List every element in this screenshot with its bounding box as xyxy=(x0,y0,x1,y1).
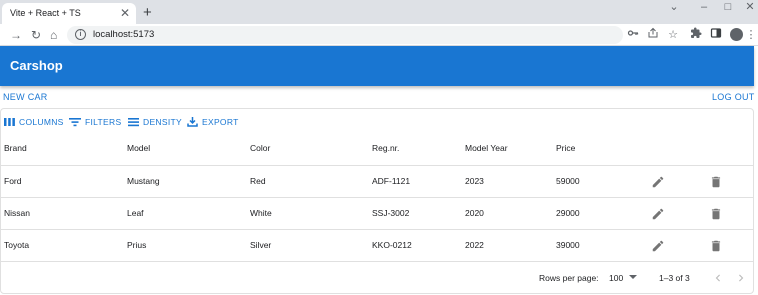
pagination-range: 1–3 of 3 xyxy=(659,273,690,283)
tab-title: Vite + React + TS xyxy=(10,8,81,18)
cell-color: White xyxy=(250,208,272,218)
cell-model-year: 2022 xyxy=(465,240,484,250)
edit-pencil-icon[interactable] xyxy=(651,239,665,253)
share-icon[interactable] xyxy=(646,27,660,44)
tab-close-icon[interactable]: ✕ xyxy=(120,3,130,24)
site-info-icon[interactable]: i xyxy=(75,29,86,40)
forward-arrow-icon[interactable]: → xyxy=(10,27,22,43)
edit-pencil-icon[interactable] xyxy=(651,207,665,221)
cell-model: Leaf xyxy=(127,208,144,218)
new-tab-icon[interactable]: + xyxy=(143,3,152,23)
app-title: Carshop xyxy=(10,58,63,73)
key-icon[interactable] xyxy=(626,27,640,44)
density-label: DENSITY xyxy=(143,117,182,127)
export-button[interactable]: EXPORT xyxy=(187,115,239,129)
app-bar: Carshop xyxy=(0,46,754,86)
columns-button[interactable]: COLUMNS xyxy=(4,115,64,129)
cell-price: 59000 xyxy=(556,176,580,186)
column-header-reg-nr[interactable]: Reg.nr. xyxy=(372,142,399,154)
next-page-icon[interactable] xyxy=(734,271,748,285)
profile-avatar-icon[interactable] xyxy=(730,28,743,41)
browser-tabstrip: Vite + React + TS ✕ + ⌄ – □ ✕ xyxy=(0,0,758,24)
column-header-model[interactable]: Model xyxy=(127,142,150,154)
cell-color: Red xyxy=(250,176,266,186)
window-close-icon[interactable]: ✕ xyxy=(733,0,758,16)
browser-toolbar: → ↻ ⌂ i localhost:5173 ☆ ⋮ xyxy=(0,24,758,46)
delete-trash-icon[interactable] xyxy=(709,239,723,253)
columns-icon xyxy=(4,118,15,126)
kebab-menu-icon[interactable]: ⋮ xyxy=(744,27,758,43)
cell-price: 29000 xyxy=(556,208,580,218)
column-header-price[interactable]: Price xyxy=(556,142,575,154)
filters-button[interactable]: FILTERS xyxy=(69,115,121,129)
cell-model-year: 2020 xyxy=(465,208,484,218)
chevron-down-icon[interactable]: ⌄ xyxy=(657,0,691,16)
table-row[interactable]: Toyota Prius Silver KKO-0212 2022 39000 xyxy=(1,229,753,261)
url-text: localhost:5173 xyxy=(93,29,155,40)
density-button[interactable]: DENSITY xyxy=(128,115,182,129)
column-header-color[interactable]: Color xyxy=(250,142,270,154)
bookmark-star-icon[interactable]: ☆ xyxy=(666,27,680,43)
home-icon[interactable]: ⌂ xyxy=(50,27,57,43)
cell-price: 39000 xyxy=(556,240,580,250)
edit-pencil-icon[interactable] xyxy=(651,175,665,189)
cell-model: Prius xyxy=(127,240,147,250)
cell-reg-nr: SSJ-3002 xyxy=(372,208,410,218)
cell-model: Mustang xyxy=(127,176,160,186)
logout-button[interactable]: LOG OUT xyxy=(712,91,755,103)
table-row[interactable]: Nissan Leaf White SSJ-3002 2020 29000 xyxy=(1,197,753,229)
previous-page-icon[interactable] xyxy=(711,271,725,285)
columns-label: COLUMNS xyxy=(19,117,64,127)
density-icon xyxy=(128,118,139,127)
cell-brand: Ford xyxy=(4,176,22,186)
filter-list-icon xyxy=(69,118,81,127)
rows-per-page-select[interactable]: 100 xyxy=(609,262,637,295)
cell-reg-nr: KKO-0212 xyxy=(372,240,412,250)
side-panel-icon[interactable] xyxy=(709,27,723,44)
table-row[interactable]: Ford Mustang Red ADF-1121 2023 59000 xyxy=(1,165,753,197)
reload-icon[interactable]: ↻ xyxy=(31,27,41,43)
data-grid: COLUMNS FILTERS DENSITY EXPORT Brand Mod… xyxy=(0,108,754,294)
column-header-model-year[interactable]: Model Year xyxy=(465,142,508,154)
cell-reg-nr: ADF-1121 xyxy=(372,176,411,186)
filters-label: FILTERS xyxy=(85,117,122,127)
cell-brand: Nissan xyxy=(4,208,30,218)
delete-trash-icon[interactable] xyxy=(709,207,723,221)
rows-per-page-label: Rows per page: xyxy=(539,273,599,283)
cell-model-year: 2023 xyxy=(465,176,484,186)
pagination-footer: Rows per page: 100 1–3 of 3 xyxy=(1,261,753,294)
address-bar[interactable]: i localhost:5173 xyxy=(67,26,623,44)
rows-per-page-value: 100 xyxy=(609,273,624,283)
cell-brand: Toyota xyxy=(4,240,30,250)
export-icon xyxy=(187,117,198,127)
delete-trash-icon[interactable] xyxy=(709,175,723,189)
dropdown-arrow-icon xyxy=(628,275,637,279)
column-header-brand[interactable]: Brand xyxy=(4,142,27,154)
export-label: EXPORT xyxy=(202,117,239,127)
extensions-icon[interactable] xyxy=(689,27,703,44)
browser-tab[interactable]: Vite + React + TS ✕ xyxy=(2,3,136,24)
cell-color: Silver xyxy=(250,240,272,250)
new-car-button[interactable]: NEW CAR xyxy=(3,91,48,103)
